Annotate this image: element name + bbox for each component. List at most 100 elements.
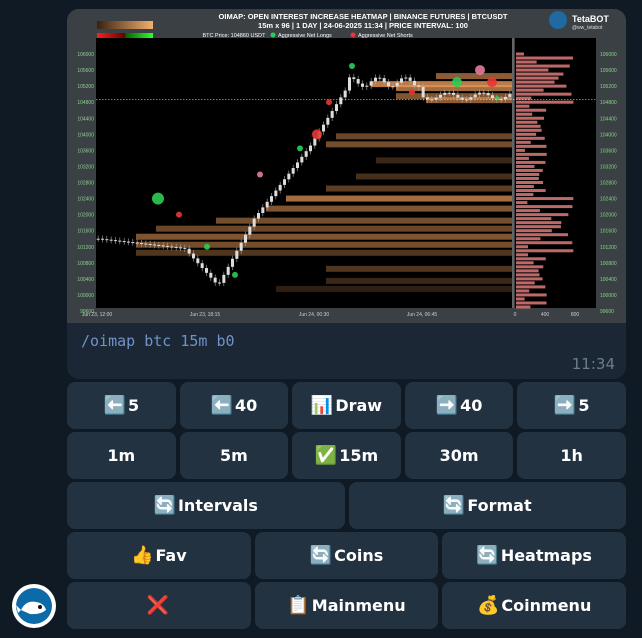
candle-body [178, 247, 183, 249]
command-text[interactable]: /oimap btc 15m b0 [81, 332, 235, 350]
heat-band [326, 277, 512, 284]
legend-shorts: Aggressive Net Shorts [358, 33, 413, 39]
interval-1m-button[interactable]: 1m [67, 432, 176, 479]
y-tick-left: 102800 [77, 181, 94, 187]
heat-band [336, 133, 512, 140]
candle-body [451, 92, 456, 95]
heat-scale-bar [97, 21, 153, 29]
heat-band [436, 73, 512, 80]
profile-bar [516, 237, 541, 241]
back-40-icon: ⬅️ [210, 395, 233, 416]
profile-bar [516, 229, 552, 233]
candle-body [482, 92, 486, 94]
keyboard-row: 👍 Fav 🔄 Coins 🔄 Heatmaps [67, 532, 627, 579]
button-label: Fav [155, 546, 187, 565]
candle-body [209, 272, 213, 278]
profile-bar [516, 185, 534, 189]
candle-body [287, 173, 291, 180]
candle-body [161, 245, 165, 247]
x-tick: Jun 23, 12:00 [82, 312, 113, 318]
profile-bar [516, 132, 537, 136]
candle-body [222, 274, 226, 283]
whale-logo-icon [13, 585, 55, 627]
draw-button[interactable]: 📊 Draw [292, 382, 401, 429]
y-tick-left: 104400 [77, 116, 94, 122]
forward-5-button[interactable]: ➡️ 5 [517, 382, 626, 429]
candle-body [490, 95, 495, 99]
profile-bar [516, 209, 540, 213]
candle-body [339, 97, 343, 105]
candle-body [122, 241, 126, 243]
back-5-button[interactable]: ⬅️ 5 [67, 382, 176, 429]
bot-avatar[interactable] [12, 584, 56, 628]
net-flow-bubble [257, 171, 263, 178]
candle-body [308, 145, 313, 152]
brand-handle: @ww_tetabot [572, 25, 603, 31]
candle-body [503, 96, 508, 100]
candle-body [330, 111, 334, 118]
candle-body [412, 80, 417, 86]
draw-icon: 📊 [310, 395, 334, 416]
candle-body [447, 92, 451, 94]
candle-body [191, 253, 196, 259]
forward-40-icon: ➡️ [435, 395, 459, 416]
interval-30m-button[interactable]: 30m [404, 432, 514, 479]
button-label: 40 [234, 396, 258, 415]
profile-bar [516, 156, 529, 160]
forward-40-button[interactable]: ➡️ 40 [404, 382, 514, 429]
format-button[interactable]: 🔄 Format [348, 482, 626, 529]
heat-band [376, 157, 512, 164]
coinmenu-button[interactable]: 💰 Coinmenu [442, 582, 627, 629]
brand-name: TetaBOT [572, 14, 609, 24]
profile-bar [516, 249, 574, 253]
candle-body [109, 239, 113, 241]
interval-5m-button[interactable]: 5m [179, 432, 289, 479]
profile-bar [516, 225, 561, 229]
fav-button[interactable]: 👍 Fav [67, 532, 251, 579]
profile-bar [516, 100, 574, 104]
candle-body [152, 244, 157, 246]
profile-bar [516, 205, 573, 209]
candle-body [508, 94, 512, 97]
back-40-button[interactable]: ⬅️ 40 [179, 382, 289, 429]
keyboard-row: 1m 5m ✅ 15m 30m 1h [67, 432, 626, 479]
profile-bar [516, 96, 532, 100]
button-label: Format [467, 496, 532, 515]
candle-body [265, 201, 269, 208]
y-tick-right: 105200 [600, 84, 617, 90]
close-icon: ❌ [146, 595, 170, 616]
candle-body [239, 242, 243, 251]
heatmaps-button[interactable]: 🔄 Heatmaps [442, 532, 627, 579]
y-tick-right: 105600 [600, 68, 617, 74]
close-button[interactable]: ❌ [67, 582, 251, 629]
coinmenu-icon: 💰 [477, 595, 500, 616]
button-label: 40 [460, 396, 483, 415]
profile-bar [516, 193, 534, 197]
profile-bar [516, 189, 546, 193]
intervals-icon: 🔄 [153, 495, 176, 516]
coins-button[interactable]: 🔄 Coins [254, 532, 439, 579]
candle-body [395, 82, 399, 87]
heat-band [326, 141, 512, 148]
profile-bar [516, 164, 535, 168]
interval-15m-button[interactable]: ✅ 15m [292, 432, 401, 479]
message-time: 11:34 [571, 355, 615, 373]
interval-1h-button[interactable]: 1h [517, 432, 626, 479]
y-tick-left: 101200 [77, 245, 94, 251]
profile-bar [516, 233, 569, 237]
button-label: 30m [439, 446, 479, 465]
profile-bar [516, 104, 530, 108]
y-tick-left: 104000 [77, 132, 94, 138]
profile-bar [516, 60, 537, 64]
intervals-button[interactable]: 🔄 Intervals [67, 482, 345, 529]
oimap-chart-image[interactable]: 106000 106000 105600 105600 105200 105200 1048… [67, 9, 626, 323]
profile-bar [516, 56, 573, 60]
mainmenu-button[interactable]: 📋 Mainmenu [254, 582, 439, 629]
candle-body [295, 162, 300, 169]
net-flow-bubble [326, 99, 332, 106]
y-tick-right: 100400 [600, 277, 617, 283]
y-tick-left: 103600 [77, 148, 94, 154]
heat-band [326, 265, 512, 272]
net-flow-bubble [349, 63, 355, 70]
profile-bar [516, 285, 546, 289]
